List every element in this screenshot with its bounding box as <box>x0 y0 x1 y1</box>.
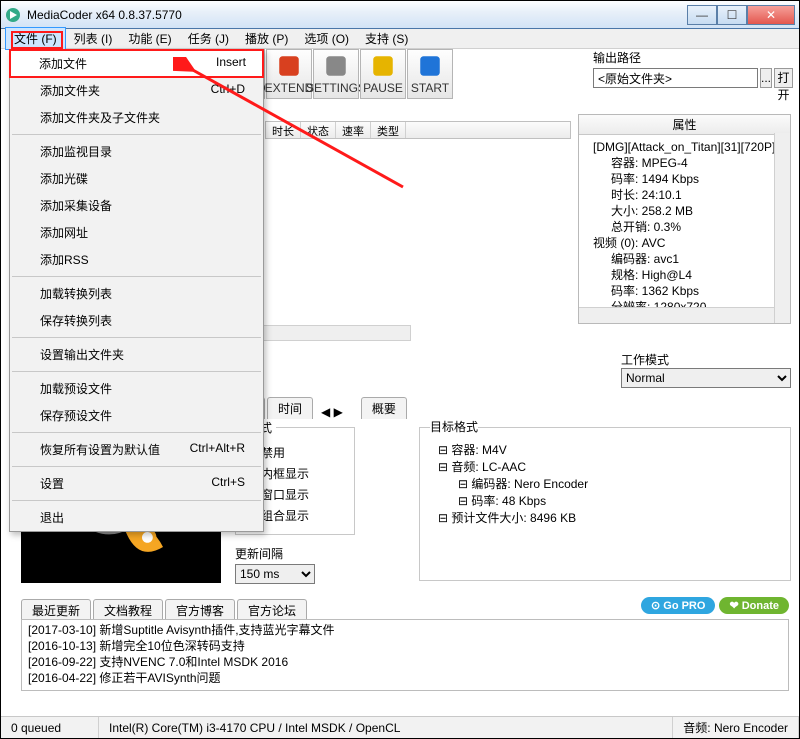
property-line: 大小: 258.2 MB <box>583 203 786 219</box>
window-title: MediaCoder x64 0.8.37.5770 <box>27 8 687 22</box>
menuitem[interactable]: 保存预设文件 <box>10 402 263 429</box>
menuitem[interactable]: 添加监视目录 <box>10 138 263 165</box>
btab-recent[interactable]: 最近更新 <box>21 599 91 621</box>
col-rate[interactable]: 速率 <box>336 122 371 138</box>
properties-header: 属性 <box>579 115 790 135</box>
news-item: [2016-09-22] 支持NVENC 7.0和Intel MSDK 2016 <box>28 654 782 670</box>
update-interval-label: 更新间隔 <box>235 545 355 562</box>
tab-arrows[interactable]: ◀ ▶ <box>321 405 343 419</box>
menuitem[interactable]: 添加采集设备 <box>10 192 263 219</box>
extend-icon <box>275 53 303 79</box>
target-line: ⊟ 音频: LC-AAC <box>430 459 780 476</box>
update-interval-group: 更新间隔 150 ms <box>235 545 355 584</box>
start-icon <box>416 53 444 79</box>
toolbar-pause-button[interactable]: PAUSE <box>360 49 406 99</box>
tab-time[interactable]: 时间 <box>267 397 313 419</box>
menuitem[interactable]: 加载预设文件 <box>10 375 263 402</box>
col-status[interactable]: 状态 <box>301 122 336 138</box>
menu-options[interactable]: 选项 (O) <box>296 28 357 49</box>
news-item: [2016-10-13] 新增完全10位色深转码支持 <box>28 638 782 654</box>
status-queued: 0 queued <box>1 717 99 738</box>
btab-forum[interactable]: 官方论坛 <box>237 599 307 621</box>
tab-summary[interactable]: 概要 <box>361 397 407 419</box>
scrollbar-vertical[interactable] <box>774 133 790 323</box>
menuitem[interactable]: 添加文件Insert <box>9 49 264 78</box>
workmode-label: 工作模式 <box>621 351 791 368</box>
menuitem[interactable]: 设置Ctrl+S <box>10 470 263 497</box>
news-item: [2016-04-22] 修正若干AVISynth问题 <box>28 670 782 686</box>
property-line: [DMG][Attack_on_Titan][31][720P][GB <box>583 139 786 155</box>
property-line: 编码器: avc1 <box>583 251 786 267</box>
output-label: 输出路径 <box>593 49 793 66</box>
target-line: ⊟ 编码器: Nero Encoder <box>430 476 780 493</box>
filelist-columns: 时长 状态 速率 类型 <box>265 121 571 139</box>
app-icon <box>5 7 21 23</box>
toolbar: WIZARDEXTENDSETTINGSPAUSESTART 输出路径 ... … <box>219 49 793 109</box>
toolbar-start-button[interactable]: START <box>407 49 453 99</box>
output-open-button[interactable]: 打开 <box>774 68 793 88</box>
target-line: ⊟ 容器: M4V <box>430 442 780 459</box>
property-line: 视频 (0): AVC <box>583 235 786 251</box>
col-type[interactable]: 类型 <box>371 122 406 138</box>
menuitem[interactable]: 添加RSS <box>10 246 263 273</box>
menuitem[interactable]: 添加网址 <box>10 219 263 246</box>
btab-docs[interactable]: 文档教程 <box>93 599 163 621</box>
target-legend: 目标格式 <box>430 419 478 436</box>
statusbar: 0 queued Intel(R) Core(TM) i3-4170 CPU /… <box>1 716 799 738</box>
target-line: ⊟ 预计文件大小: 8496 KB <box>430 510 780 527</box>
menubar: 文件 (F) 列表 (I) 功能 (E) 任务 (J) 播放 (P) 选项 (O… <box>1 29 799 49</box>
property-line: 时长: 24:10.1 <box>583 187 786 203</box>
menu-support[interactable]: 支持 (S) <box>357 28 416 49</box>
property-line: 总开销: 0.3% <box>583 219 786 235</box>
pause-icon <box>369 53 397 79</box>
scrollbar-horizontal[interactable] <box>579 307 774 323</box>
update-interval-select[interactable]: 150 ms <box>235 564 315 584</box>
col-duration[interactable]: 时长 <box>266 122 301 138</box>
output-path-input[interactable] <box>593 68 758 88</box>
property-line: 码率: 1494 Kbps <box>583 171 786 187</box>
output-browse-button[interactable]: ... <box>760 68 772 88</box>
titlebar: MediaCoder x64 0.8.37.5770 — ☐ ✕ <box>1 1 799 29</box>
properties-panel: 属性 [DMG][Attack_on_Titan][31][720P][GB容器… <box>578 114 791 324</box>
btab-blog[interactable]: 官方博客 <box>165 599 235 621</box>
menuitem[interactable]: 添加文件夹Ctrl+D <box>10 77 263 104</box>
menuitem[interactable]: 退出 <box>10 504 263 531</box>
menu-task[interactable]: 任务 (J) <box>180 28 237 49</box>
target-format-panel: 目标格式 ⊟ 容器: M4V⊟ 音频: LC-AAC⊟ 编码器: Nero En… <box>419 419 791 581</box>
menuitem[interactable]: 添加文件夹及子文件夹 <box>10 104 263 131</box>
menuitem[interactable]: 加载转换列表 <box>10 280 263 307</box>
news-item: [2017-03-10] 新增Suptitle Avisynth插件,支持蓝光字… <box>28 622 782 638</box>
donate-button[interactable]: ❤ Donate <box>719 597 789 614</box>
property-line: 规格: High@L4 <box>583 267 786 283</box>
maximize-button[interactable]: ☐ <box>717 5 747 25</box>
menuitem[interactable]: 设置输出文件夹 <box>10 341 263 368</box>
settings-icon <box>322 53 350 79</box>
gopro-button[interactable]: ⊙ Go PRO <box>641 597 715 614</box>
menu-play[interactable]: 播放 (P) <box>237 28 296 49</box>
menuitem[interactable]: 添加光碟 <box>10 165 263 192</box>
news-box: [2017-03-10] 新增Suptitle Avisynth插件,支持蓝光字… <box>21 619 789 691</box>
workmode-select[interactable]: Normal <box>621 368 791 388</box>
menuitem[interactable]: 恢复所有设置为默认值Ctrl+Alt+R <box>10 436 263 463</box>
mid-tabstrip: 声音 时间 ◀ ▶ 概要 <box>219 397 581 419</box>
property-line: 码率: 1362 Kbps <box>583 283 786 299</box>
toolbar-settings-button[interactable]: SETTINGS <box>313 49 359 99</box>
status-cpu: Intel(R) Core(TM) i3-4170 CPU / Intel MS… <box>99 717 673 738</box>
menu-file[interactable]: 文件 (F) <box>5 27 66 50</box>
file-menu-dropdown: 添加文件Insert添加文件夹Ctrl+D添加文件夹及子文件夹添加监视目录添加光… <box>9 49 264 532</box>
target-line: ⊟ 码率: 48 Kbps <box>430 493 780 510</box>
minimize-button[interactable]: — <box>687 5 717 25</box>
menu-list[interactable]: 列表 (I) <box>66 28 121 49</box>
menu-func[interactable]: 功能 (E) <box>120 28 179 49</box>
close-button[interactable]: ✕ <box>747 5 795 25</box>
menuitem[interactable]: 保存转换列表 <box>10 307 263 334</box>
workmode-group: 工作模式 Normal <box>621 351 791 388</box>
property-line: 容器: MPEG-4 <box>583 155 786 171</box>
status-audio: 音频: Nero Encoder <box>673 717 799 738</box>
bottom-tabs: 最近更新 文档教程 官方博客 官方论坛 <box>21 599 309 621</box>
